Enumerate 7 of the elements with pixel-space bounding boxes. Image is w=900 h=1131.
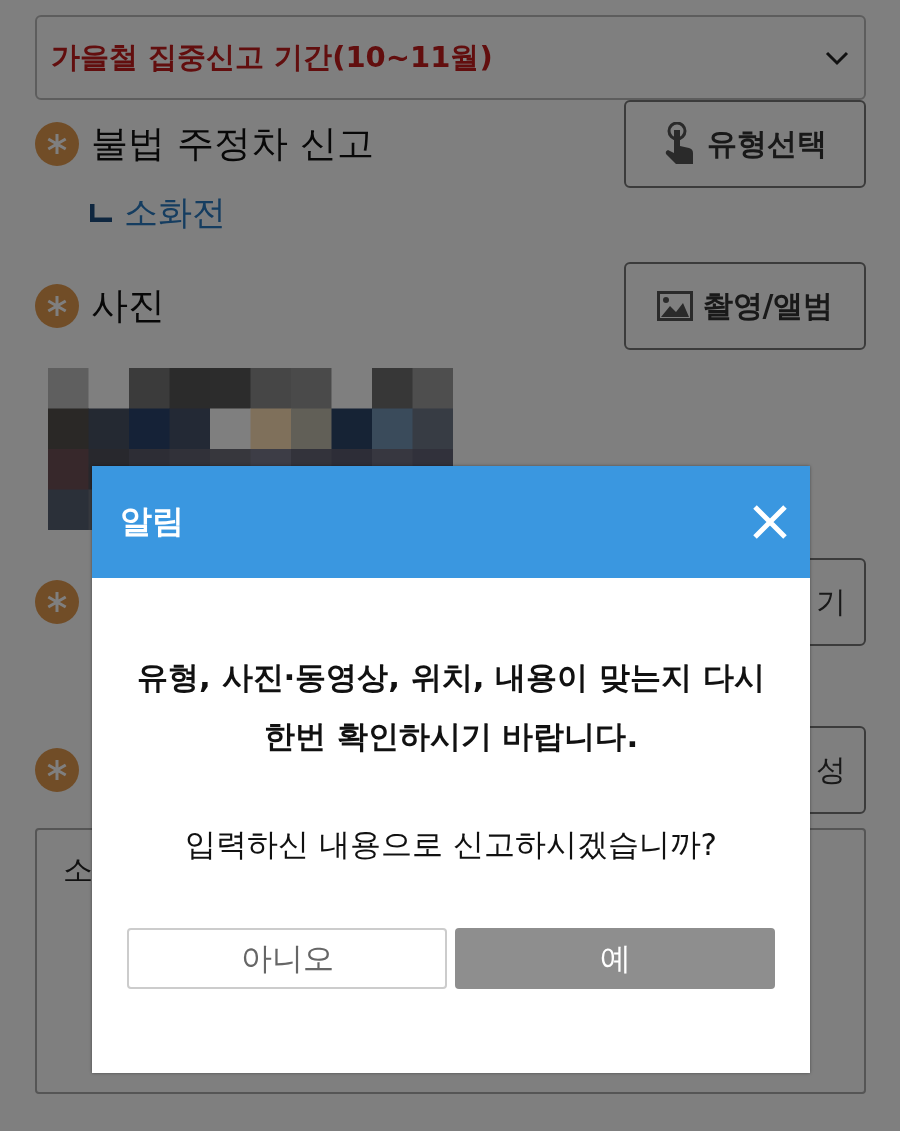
selected-type-text: 소화전: [124, 191, 226, 234]
dialog-message: 유형, 사진·동영상, 위치, 내용이 맞는지 다시 한번 확인하시기 바랍니다.: [135, 658, 767, 756]
dialog-question: 입력하신 내용으로 신고하시겠습니까?: [184, 825, 718, 864]
dialog-title: 알림: [120, 501, 184, 542]
period-select-value: 가을철 집중신고 기간(10~11월): [51, 38, 493, 76]
field-title: 불법 주정차 신고: [91, 121, 374, 167]
field-title: 사진: [91, 283, 165, 329]
